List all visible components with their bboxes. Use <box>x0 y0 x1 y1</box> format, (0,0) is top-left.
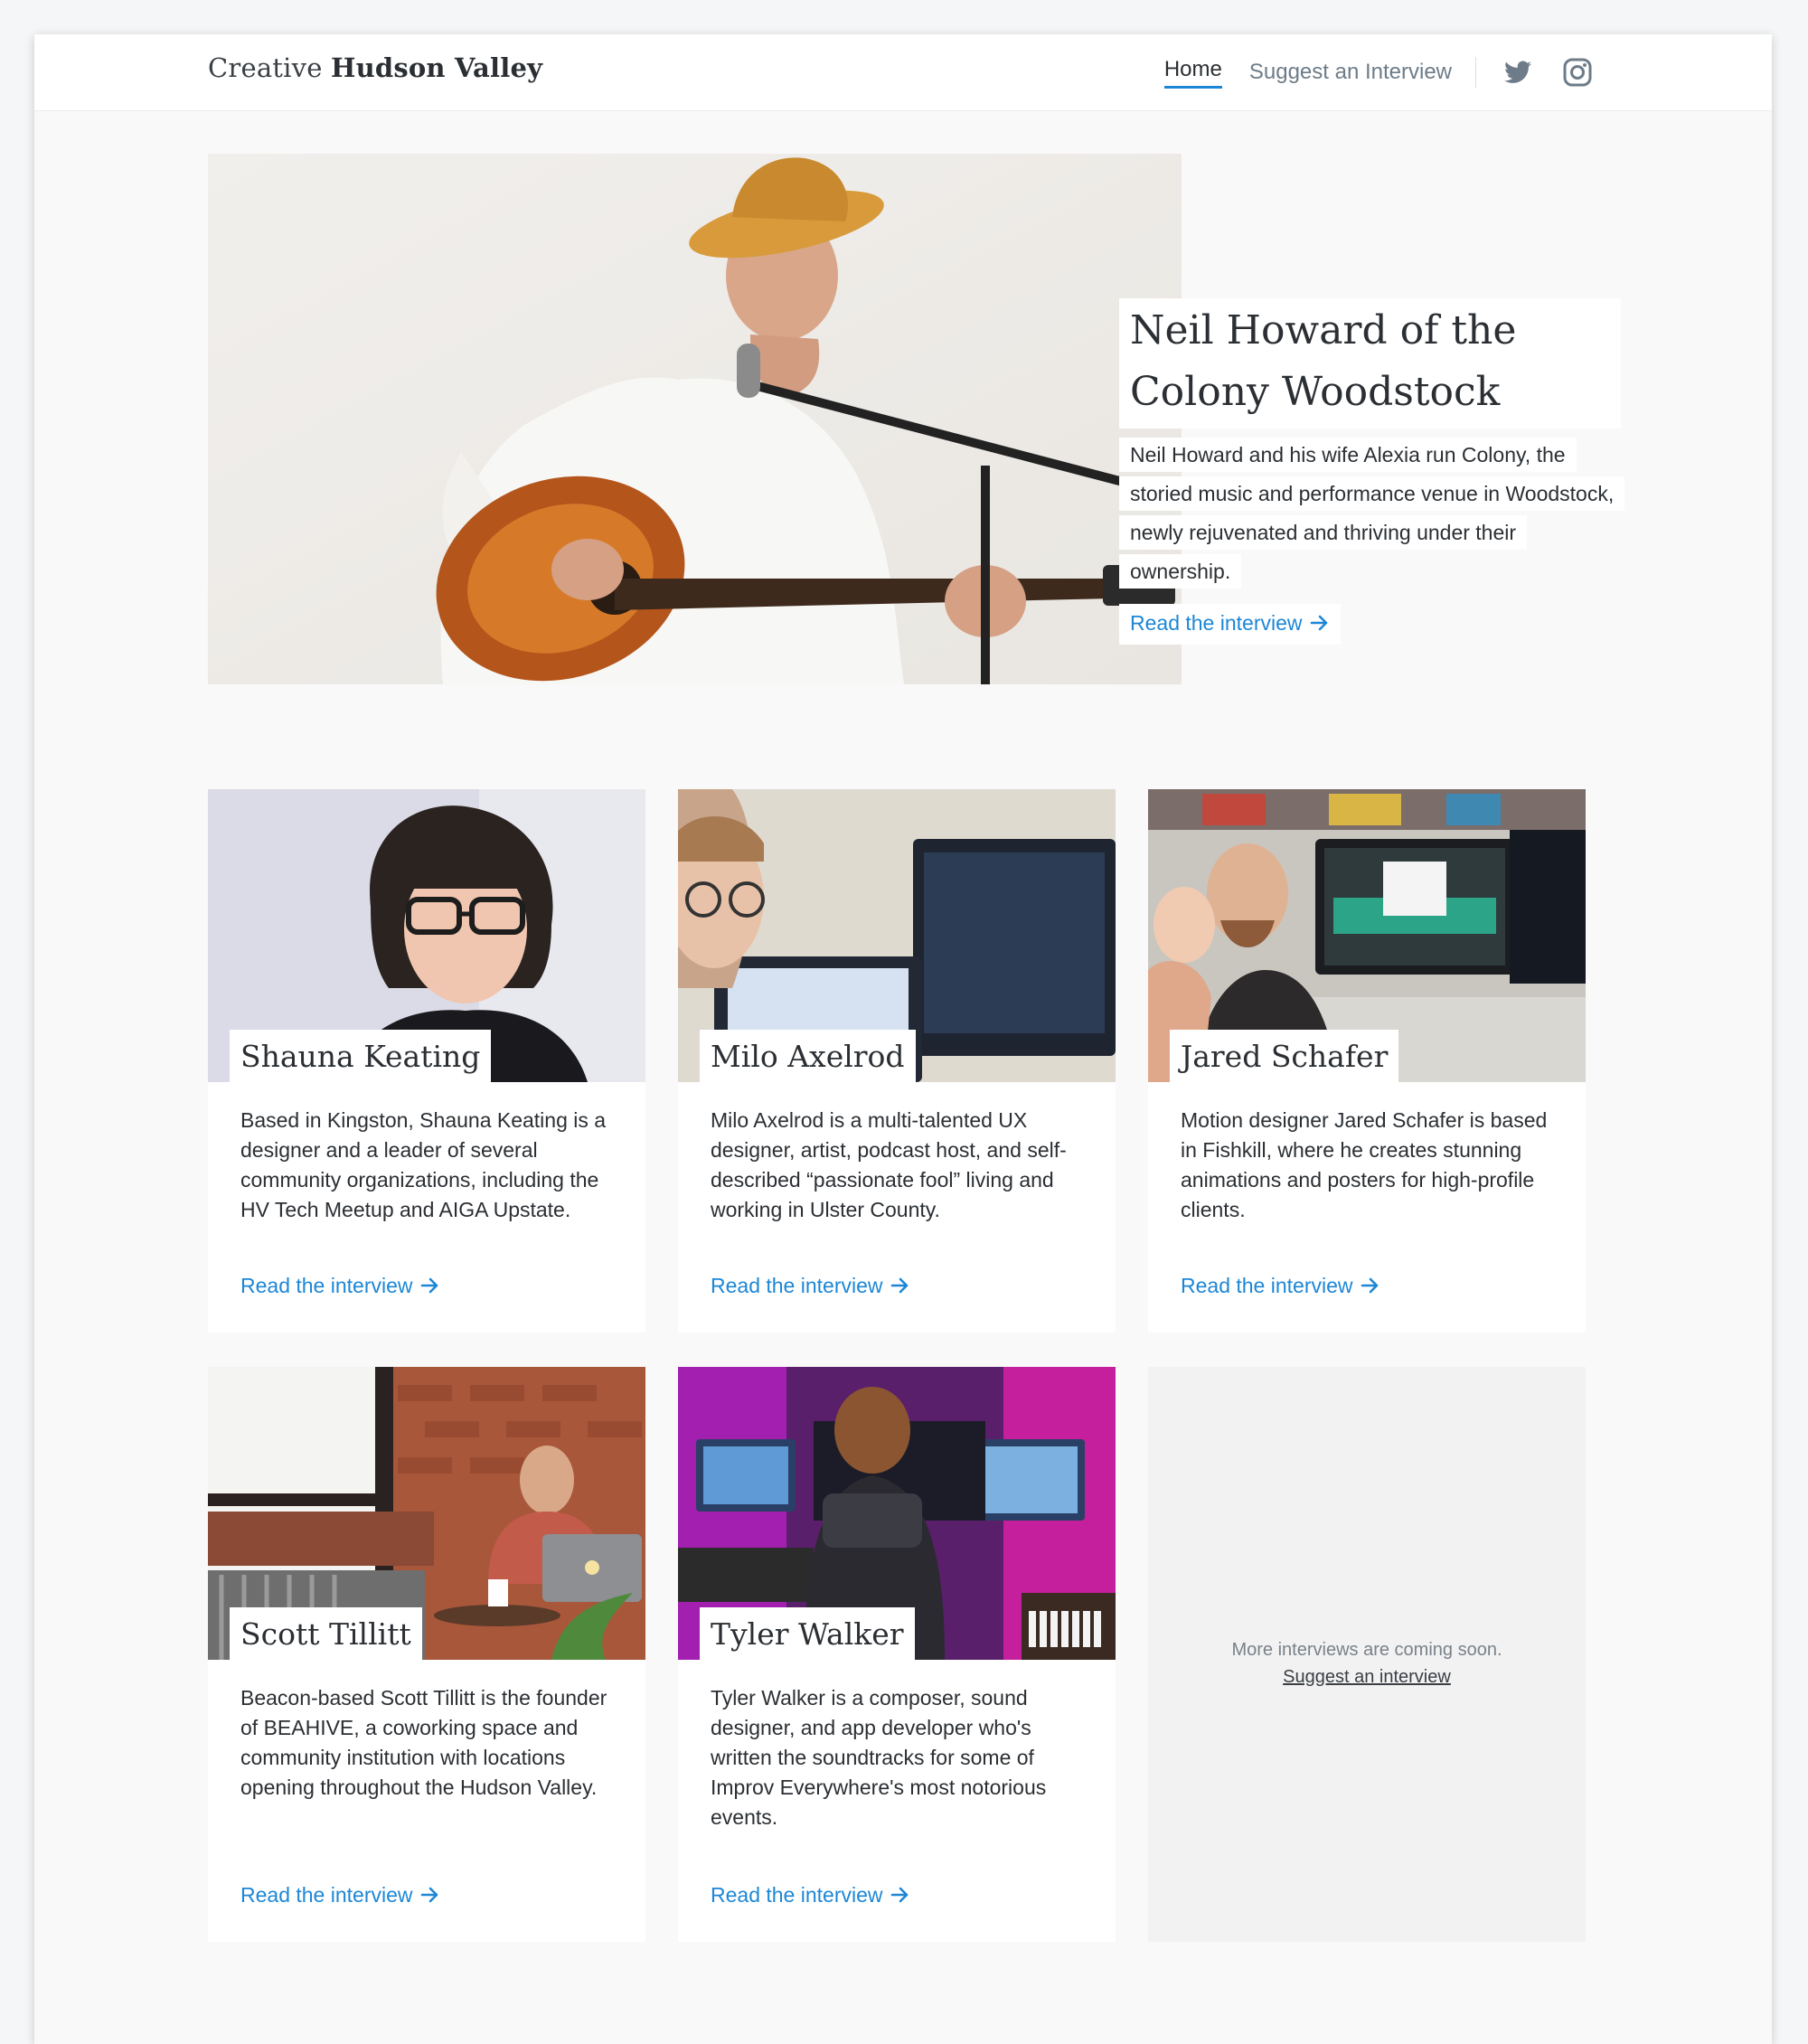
brand-bold: Hudson Valley <box>331 52 543 83</box>
interview-card[interactable]: Jared Schafer Motion designer Jared Scha… <box>1148 789 1586 1333</box>
card-name: Shauna Keating <box>230 1030 492 1082</box>
card-name: Scott Tillitt <box>230 1607 422 1660</box>
card-name: Jared Schafer <box>1170 1030 1399 1082</box>
card-description: Based in Kingston, Shauna Keating is a d… <box>240 1108 607 1221</box>
site-logo[interactable]: Creative Hudson Valley <box>208 52 542 83</box>
brand-light: Creative <box>208 52 323 83</box>
arrow-right-icon <box>890 1276 910 1300</box>
card-photo[interactable]: Shauna Keating <box>208 789 645 1082</box>
card-description: Milo Axelrod is a multi-talented UX desi… <box>711 1108 1067 1221</box>
arrow-right-icon <box>420 1885 440 1909</box>
hero-description: Neil Howard and his wife Alexia run Colo… <box>1119 436 1625 591</box>
read-interview-link[interactable]: Read the interview <box>711 1274 910 1300</box>
interview-card[interactable]: Shauna Keating Based in Kingston, Shauna… <box>208 789 645 1333</box>
arrow-right-icon <box>1361 1276 1380 1300</box>
card-name: Tyler Walker <box>700 1607 915 1660</box>
nav-divider <box>1475 57 1476 88</box>
site-header: Creative Hudson Valley Home Suggest an I… <box>34 34 1772 111</box>
arrow-right-icon <box>1310 613 1330 637</box>
read-interview-link[interactable]: Read the interview <box>1181 1274 1380 1300</box>
browser-page: Creative Hudson Valley Home Suggest an I… <box>34 34 1772 2044</box>
hero-link-label: Read the interview <box>1130 611 1303 635</box>
read-link-label: Read the interview <box>711 1883 883 1907</box>
read-interview-link[interactable]: Read the interview <box>240 1883 440 1909</box>
card-description: Beacon-based Scott Tillitt is the founde… <box>240 1686 607 1799</box>
interview-card[interactable]: Scott Tillitt Beacon-based Scott Tillitt… <box>208 1367 645 1942</box>
main-nav: Home Suggest an Interview <box>1137 34 1596 110</box>
read-interview-link[interactable]: Read the interview <box>711 1883 910 1909</box>
suggest-interview-link[interactable]: Suggest an interview <box>1283 1667 1451 1687</box>
instagram-icon[interactable] <box>1559 54 1596 90</box>
hero-image[interactable] <box>208 154 1182 684</box>
hero-read-interview-link[interactable]: Read the interview <box>1119 604 1341 645</box>
hero-title[interactable]: Neil Howard of the Colony Woodstock <box>1119 298 1621 429</box>
card-photo[interactable]: Jared Schafer <box>1148 789 1586 1082</box>
interview-card[interactable]: Tyler Walker Tyler Walker is a composer,… <box>678 1367 1116 1942</box>
nav-suggest-interview[interactable]: Suggest an Interview <box>1249 60 1452 85</box>
card-name: Milo Axelrod <box>700 1030 916 1082</box>
card-photo[interactable]: Scott Tillitt <box>208 1367 645 1660</box>
hero-description-text: Neil Howard and his wife Alexia run Colo… <box>1119 438 1625 589</box>
arrow-right-icon <box>420 1276 440 1300</box>
read-interview-link[interactable]: Read the interview <box>240 1274 440 1300</box>
twitter-icon[interactable] <box>1500 54 1536 90</box>
card-photo[interactable]: Milo Axelrod <box>678 789 1116 1082</box>
card-description: Motion designer Jared Schafer is based i… <box>1181 1108 1548 1221</box>
read-link-label: Read the interview <box>1181 1274 1353 1297</box>
interview-card[interactable]: Milo Axelrod Milo Axelrod is a multi-tal… <box>678 789 1116 1333</box>
nav-home[interactable]: Home <box>1163 57 1222 89</box>
arrow-right-icon <box>890 1885 910 1909</box>
coming-soon-panel: More interviews are coming soon. Suggest… <box>1148 1367 1586 1942</box>
read-link-label: Read the interview <box>711 1274 883 1297</box>
hero-card: Neil Howard of the Colony Woodstock Neil… <box>1119 298 1625 645</box>
card-description: Tyler Walker is a composer, sound design… <box>711 1686 1047 1829</box>
card-photo[interactable]: Tyler Walker <box>678 1367 1116 1660</box>
coming-soon-text: More interviews are coming soon. <box>1231 1640 1502 1660</box>
read-link-label: Read the interview <box>240 1274 413 1297</box>
read-link-label: Read the interview <box>240 1883 413 1907</box>
